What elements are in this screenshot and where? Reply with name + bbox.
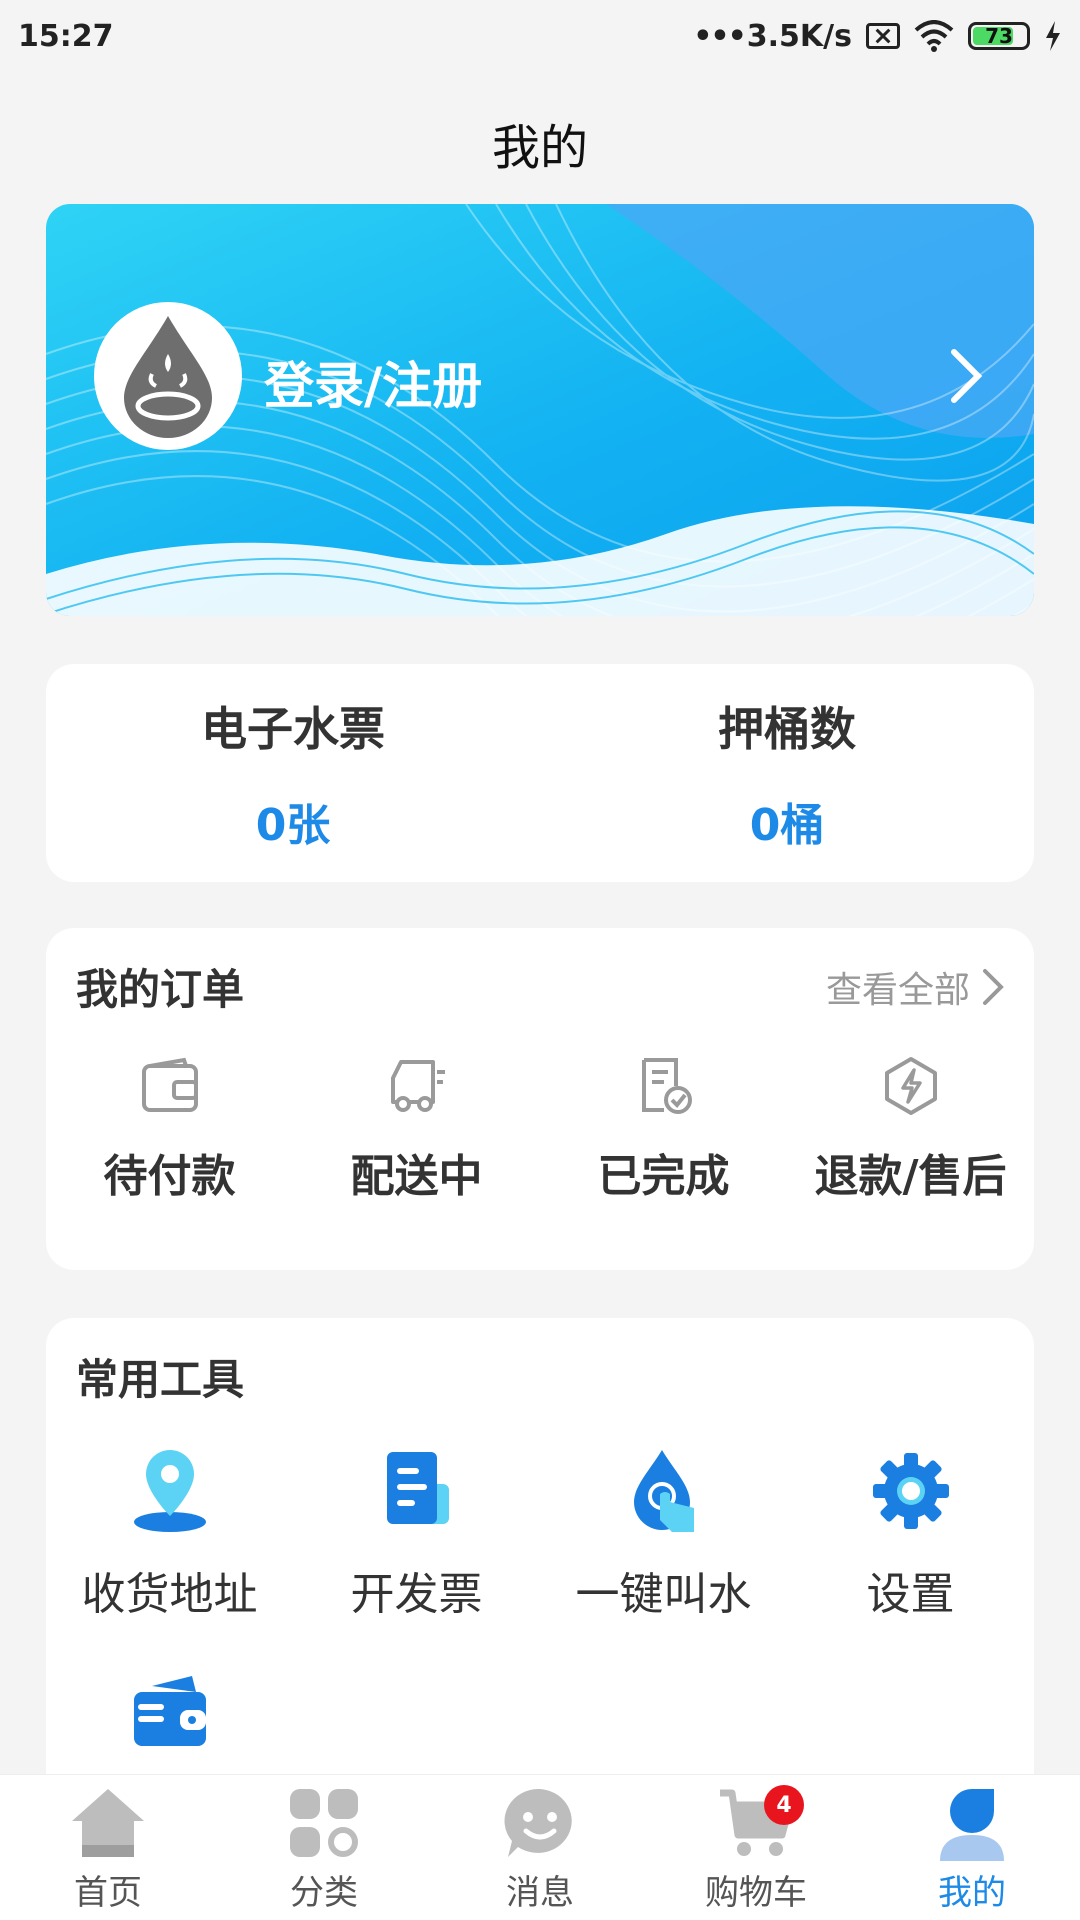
view-all-label: 查看全部: [825, 969, 970, 1011]
charging-icon: [1046, 21, 1060, 51]
signal-dots-icon: •••: [693, 18, 747, 54]
network-speed: 3.5K/s: [746, 18, 852, 54]
tool-invoice[interactable]: 开发票: [293, 1446, 540, 1622]
order-status-label: 待付款: [103, 1151, 236, 1202]
view-all-orders-link[interactable]: 查看全部: [826, 961, 1004, 1013]
battery-icon: 73: [968, 22, 1030, 50]
order-status-label: 退款/售后: [814, 1151, 1007, 1202]
nav-label: 我的: [938, 1873, 1006, 1913]
stat-label: 电子水票: [201, 702, 385, 756]
orders-title: 我的订单: [76, 965, 245, 1014]
nav-label: 消息: [506, 1873, 574, 1913]
order-status-label: 配送中: [350, 1151, 483, 1202]
category-icon: [290, 1789, 358, 1857]
tool-label: 一键叫水: [575, 1569, 752, 1620]
nav-item-cart[interactable]: 4 购物车: [648, 1775, 864, 1920]
status-time: 15:27: [18, 18, 114, 54]
completed-document-icon: [641, 1058, 692, 1114]
order-status-delivering[interactable]: 配送中: [293, 1056, 540, 1204]
water-drop-tap-icon: [633, 1450, 694, 1532]
stat-value: 0张: [255, 800, 331, 851]
chevron-right-icon: [983, 968, 1004, 1005]
cart-count-badge: 4: [764, 1785, 804, 1825]
invoice-icon: [386, 1452, 449, 1524]
order-status-pending-payment[interactable]: 待付款: [46, 1056, 293, 1204]
nav-item-messages[interactable]: 消息: [432, 1775, 648, 1920]
tool-label: 设置: [866, 1569, 955, 1620]
profile-icon: [940, 1789, 1004, 1861]
refund-lightning-icon: [884, 1057, 937, 1115]
delivery-truck-icon: [390, 1060, 445, 1112]
avatar[interactable]: [94, 302, 242, 450]
login-banner[interactable]: 登录/注册: [46, 204, 1034, 616]
wallet-card-icon: [133, 1676, 206, 1746]
my-orders-card: 我的订单 查看全部 待付款 配送中 已完成 退款/售后: [46, 928, 1034, 1270]
location-pin-icon: [133, 1450, 206, 1532]
order-status-label: 已完成: [597, 1151, 730, 1202]
message-icon: [504, 1788, 572, 1857]
home-icon: [72, 1789, 144, 1857]
wallet-icon: [141, 1057, 198, 1112]
nav-label: 分类: [290, 1873, 358, 1913]
order-status-refund[interactable]: 退款/售后: [787, 1056, 1034, 1204]
nav-label: 购物车: [705, 1873, 807, 1913]
tools-title: 常用工具: [76, 1355, 245, 1404]
nav-label: 首页: [74, 1873, 142, 1913]
chevron-right-icon: [951, 349, 983, 403]
tool-one-tap-water[interactable]: 一键叫水: [540, 1446, 787, 1622]
tool-wallet[interactable]: [46, 1672, 293, 1784]
order-status-completed[interactable]: 已完成: [540, 1056, 787, 1204]
stat-label: 押桶数: [718, 702, 856, 756]
account-stats-card: 电子水票 0张 押桶数 0桶: [46, 664, 1034, 882]
gear-icon: [872, 1453, 949, 1529]
stat-bucket-deposit[interactable]: 押桶数 0桶: [540, 664, 1034, 882]
tool-label: 开发票: [350, 1569, 483, 1620]
status-bar: 15:27 ••• 3.5K/s 73: [0, 0, 1080, 72]
nav-item-profile[interactable]: 我的: [864, 1775, 1080, 1920]
no-sim-icon: [866, 23, 900, 49]
stat-value: 0桶: [749, 800, 825, 851]
tool-shipping-address[interactable]: 收货地址: [46, 1446, 293, 1622]
status-icons: ••• 3.5K/s 73: [693, 19, 1062, 54]
page-title: 我的: [491, 120, 588, 176]
tool-label: 收货地址: [81, 1569, 258, 1620]
wifi-icon: [914, 20, 954, 52]
bottom-nav: 首页 分类 消息 4 购物车 我的: [0, 1774, 1080, 1920]
stat-water-tickets[interactable]: 电子水票 0张: [46, 664, 540, 882]
water-drop-logo-icon: [124, 316, 212, 438]
login-register-link[interactable]: 登录/注册: [264, 346, 482, 418]
nav-item-home[interactable]: 首页: [0, 1775, 216, 1920]
tool-settings[interactable]: 设置: [787, 1446, 1034, 1622]
nav-item-category[interactable]: 分类: [216, 1775, 432, 1920]
